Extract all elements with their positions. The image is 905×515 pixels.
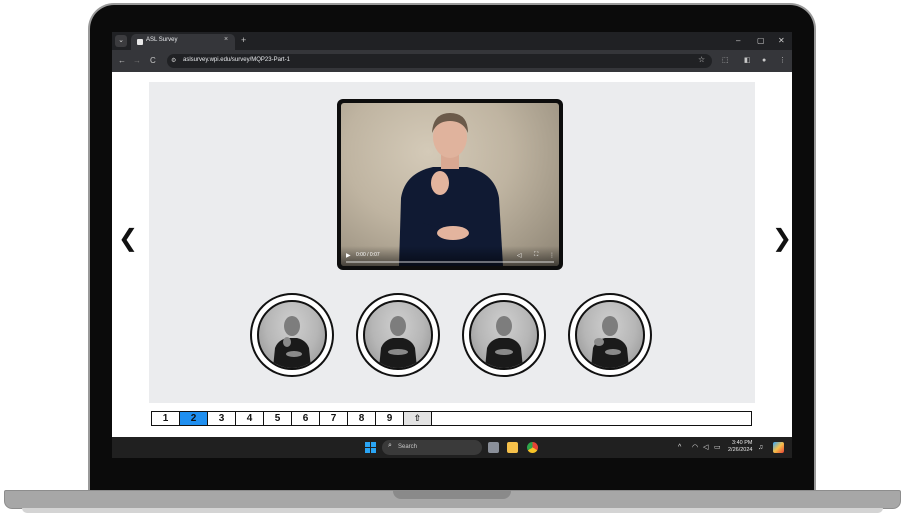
answer-choice-4[interactable] <box>568 293 652 377</box>
copilot-icon[interactable] <box>773 442 784 453</box>
video-player[interactable]: ▶ 0:00 / 0:07 ◁ ⛶ ⋮ <box>337 99 563 270</box>
file-explorer-icon[interactable] <box>507 442 518 453</box>
windows-start-icon[interactable] <box>365 442 376 453</box>
tab-title: ASL Survey <box>146 37 178 43</box>
minimize-button[interactable]: – <box>736 35 740 47</box>
windows-taskbar: ⌕ Search ^ ◠ ◁ ▭ 3:40 PM 2/26/2024 ♫ <box>112 437 792 458</box>
tab-search-button[interactable]: ⌄ <box>115 35 127 47</box>
profile-icon[interactable]: ● <box>762 55 766 67</box>
forward-button[interactable]: → <box>133 55 141 67</box>
video-frame[interactable]: ▶ 0:00 / 0:07 ◁ ⛶ ⋮ <box>341 103 559 266</box>
notification-bell-icon[interactable]: ♫ <box>758 442 763 453</box>
page-4-button[interactable]: 4 <box>236 412 264 425</box>
address-bar[interactable]: ⚙ aslsurvey.wpi.edu/survey/MQP23-Part-1 … <box>167 54 712 68</box>
laptop-screen: ⌄ ASL Survey × + – ▢ ✕ ← → C ⚙ aslsurvey… <box>112 32 792 458</box>
choice-thumbnail <box>363 300 433 370</box>
new-tab-button[interactable]: + <box>241 34 246 46</box>
answer-choice-3[interactable] <box>462 293 546 377</box>
wifi-icon[interactable]: ◠ <box>692 442 698 453</box>
page-9-button[interactable]: 9 <box>376 412 404 425</box>
taskbar-clock[interactable]: 3:40 PM 2/26/2024 <box>728 440 752 454</box>
browser-tab[interactable]: ASL Survey × <box>131 34 235 50</box>
page-5-button[interactable]: 5 <box>264 412 292 425</box>
extensions-icon[interactable]: ⬚ <box>722 55 729 67</box>
site-info-icon[interactable]: ⚙ <box>171 57 179 65</box>
play-icon[interactable]: ▶ <box>346 252 351 259</box>
page-2-button[interactable]: 2 <box>180 412 208 425</box>
taskbar-search[interactable]: ⌕ Search <box>382 440 482 455</box>
reload-button[interactable]: C <box>150 55 156 67</box>
volume-icon[interactable]: ◁ <box>517 252 522 259</box>
choice-thumbnail <box>257 300 327 370</box>
favicon-icon <box>137 39 143 45</box>
chrome-icon[interactable] <box>527 442 538 453</box>
side-panel-icon[interactable]: ◧ <box>744 55 751 67</box>
signer-figure <box>399 113 503 266</box>
close-window-button[interactable]: ✕ <box>778 35 785 47</box>
page-8-button[interactable]: 8 <box>348 412 376 425</box>
survey-page: ❮ ❯ ▶ 0:00 / 0:07 ◁ ⛶ ⋮ 1 2 3 4 5 6 7 8 … <box>112 72 792 437</box>
taskbar-search-label: Search <box>398 444 418 450</box>
search-icon: ⌕ <box>388 442 392 449</box>
page-7-button[interactable]: 7 <box>320 412 348 425</box>
back-button[interactable]: ← <box>118 55 126 67</box>
previous-arrow[interactable]: ❮ <box>118 227 138 251</box>
choice-thumbnail <box>575 300 645 370</box>
video-progress-track[interactable] <box>346 261 554 263</box>
task-view-icon[interactable] <box>488 442 499 453</box>
page-3-button[interactable]: 3 <box>208 412 236 425</box>
restore-button[interactable]: ▢ <box>757 35 765 47</box>
menu-icon[interactable]: ⋮ <box>779 55 786 67</box>
upload-icon[interactable]: ⇧ <box>404 412 432 425</box>
tray-chevron-icon[interactable]: ^ <box>678 442 681 453</box>
browser-tab-strip: ⌄ ASL Survey × + – ▢ ✕ <box>112 32 792 50</box>
page-6-button[interactable]: 6 <box>292 412 320 425</box>
laptop-base-shadow <box>22 508 883 513</box>
fullscreen-icon[interactable]: ⛶ <box>534 252 538 259</box>
battery-icon[interactable]: ▭ <box>714 442 721 453</box>
video-time: 0:00 / 0:07 <box>356 252 380 258</box>
page-selector: 1 2 3 4 5 6 7 8 9 ⇧ <box>151 411 752 426</box>
browser-toolbar: ← → C ⚙ aslsurvey.wpi.edu/survey/MQP23-P… <box>112 50 792 72</box>
video-controls: ▶ 0:00 / 0:07 ◁ ⛶ ⋮ <box>341 246 559 266</box>
next-arrow[interactable]: ❯ <box>772 227 792 251</box>
page-1-button[interactable]: 1 <box>152 412 180 425</box>
choice-thumbnail <box>469 300 539 370</box>
volume-tray-icon[interactable]: ◁ <box>703 442 708 453</box>
answer-choice-2[interactable] <box>356 293 440 377</box>
url-text: aslsurvey.wpi.edu/survey/MQP23-Part-1 <box>183 57 290 63</box>
tab-close-icon[interactable]: × <box>224 36 228 43</box>
laptop-notch <box>393 490 511 499</box>
answer-choice-1[interactable] <box>250 293 334 377</box>
more-options-icon[interactable]: ⋮ <box>549 252 555 259</box>
taskbar-time: 3:40 PM <box>731 440 753 446</box>
survey-stage: ▶ 0:00 / 0:07 ◁ ⛶ ⋮ <box>149 82 755 403</box>
taskbar-date: 2/26/2024 <box>728 447 753 453</box>
bookmark-star-icon[interactable]: ☆ <box>698 55 705 64</box>
